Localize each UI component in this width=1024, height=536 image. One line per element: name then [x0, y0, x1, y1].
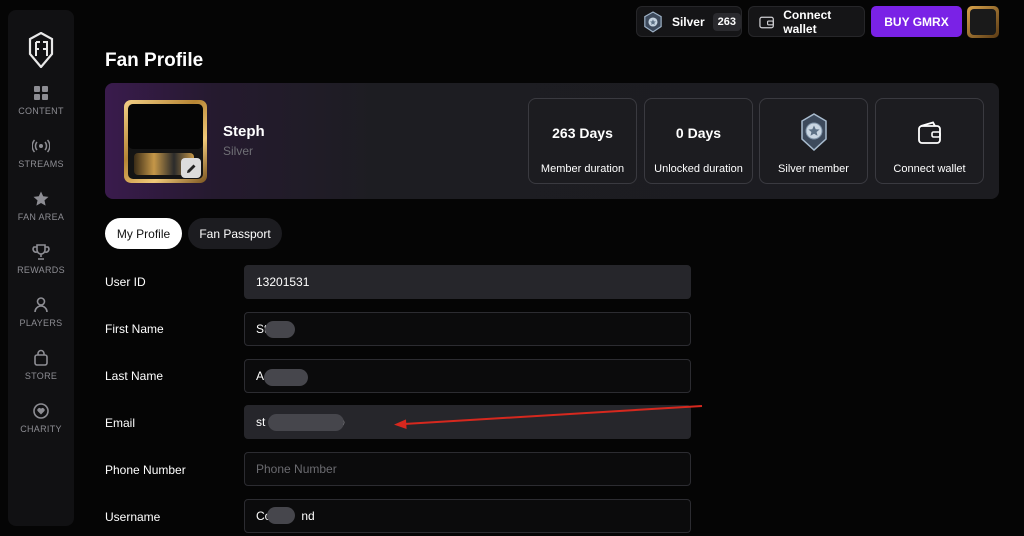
- profile-hero-card: Steph Silver 263 Days Member duration 0 …: [105, 83, 999, 199]
- stat-label: Silver member: [778, 163, 849, 175]
- silver-badge-icon: [800, 113, 827, 151]
- silver-member-card[interactable]: Silver member: [759, 98, 868, 184]
- sidebar-item-fan-area[interactable]: FAN AREA: [8, 190, 74, 222]
- redaction-mask: [264, 369, 308, 386]
- profile-tier: Silver: [223, 144, 254, 158]
- redaction-mask: [267, 507, 295, 524]
- sidebar-item-rewards[interactable]: REWARDS: [8, 243, 74, 275]
- grid-icon: [34, 86, 48, 100]
- user-icon: [34, 297, 48, 313]
- broadcast-icon: [32, 139, 50, 153]
- connect-wallet-card[interactable]: Connect wallet: [875, 98, 984, 184]
- unlocked-duration-card: 0 Days Unlocked duration: [644, 98, 753, 184]
- tier-name: Silver: [671, 14, 705, 29]
- sidebar-item-label: FAN AREA: [17, 212, 65, 222]
- redaction-mask: [268, 414, 344, 431]
- username-field[interactable]: [244, 499, 691, 533]
- sidebar-item-store[interactable]: STORE: [8, 349, 74, 381]
- avatar-image: [970, 9, 996, 35]
- wallet-icon: [759, 16, 774, 28]
- last-name-label: Last Name: [105, 369, 164, 383]
- sidebar-item-label: PLAYERS: [19, 318, 63, 328]
- silver-badge-icon: [644, 10, 662, 33]
- sidebar-item-label: STREAMS: [18, 159, 64, 169]
- stat-value: 263 Days: [552, 125, 613, 141]
- last-name-field[interactable]: [244, 359, 691, 393]
- member-duration-card: 263 Days Member duration: [528, 98, 637, 184]
- annotation-arrow: [394, 405, 703, 429]
- sidebar-item-charity[interactable]: CHARITY: [8, 402, 74, 434]
- first-name-label: First Name: [105, 322, 164, 336]
- shopping-bag-icon: [34, 349, 48, 366]
- sidebar-item-streams[interactable]: STREAMS: [8, 137, 74, 169]
- phone-number-label: Phone Number: [105, 463, 186, 477]
- edit-avatar-button[interactable]: [181, 158, 201, 178]
- redaction-mask: [265, 321, 295, 338]
- brand-logo-icon[interactable]: [28, 32, 54, 68]
- tier-count-badge: 263: [712, 12, 741, 31]
- trophy-icon: [32, 244, 50, 260]
- stat-label: Connect wallet: [893, 163, 966, 175]
- stat-label: Unlocked duration: [654, 163, 743, 175]
- tier-status-pill[interactable]: Silver 263: [636, 6, 742, 37]
- sidebar-item-label: CHARITY: [20, 424, 62, 434]
- first-name-field[interactable]: [244, 312, 691, 346]
- user-id-label: User ID: [105, 275, 146, 289]
- profile-name: Steph: [223, 123, 265, 140]
- tab-fan-passport[interactable]: Fan Passport: [188, 218, 282, 249]
- username-label: Username: [105, 510, 161, 524]
- email-label: Email: [105, 416, 136, 430]
- connect-wallet-button[interactable]: Connect wallet: [748, 6, 865, 37]
- stat-value: 0 Days: [675, 125, 722, 141]
- page-title: Fan Profile: [105, 50, 204, 71]
- phone-number-field[interactable]: [244, 452, 691, 486]
- wallet-icon: [917, 121, 941, 144]
- stat-label: Member duration: [540, 163, 625, 175]
- heart-circle-icon: [33, 403, 49, 419]
- sidebar-item-players[interactable]: PLAYERS: [8, 296, 74, 328]
- star-icon: [33, 191, 49, 206]
- connect-wallet-label: Connect wallet: [783, 7, 832, 36]
- user-avatar[interactable]: [967, 6, 999, 38]
- pencil-icon: [186, 164, 195, 173]
- sidebar-item-label: CONTENT: [18, 106, 64, 116]
- sidebar-item-label: REWARDS: [17, 265, 65, 275]
- sidebar-item-label: STORE: [24, 371, 58, 381]
- buy-gmrx-button[interactable]: BUY GMRX: [871, 6, 962, 37]
- tab-my-profile[interactable]: My Profile: [105, 218, 182, 249]
- sidebar: CONTENT STREAMS FAN AREA REWARDS PLAYERS: [8, 10, 74, 526]
- sidebar-item-content[interactable]: CONTENT: [8, 84, 74, 116]
- user-id-field[interactable]: [244, 265, 691, 299]
